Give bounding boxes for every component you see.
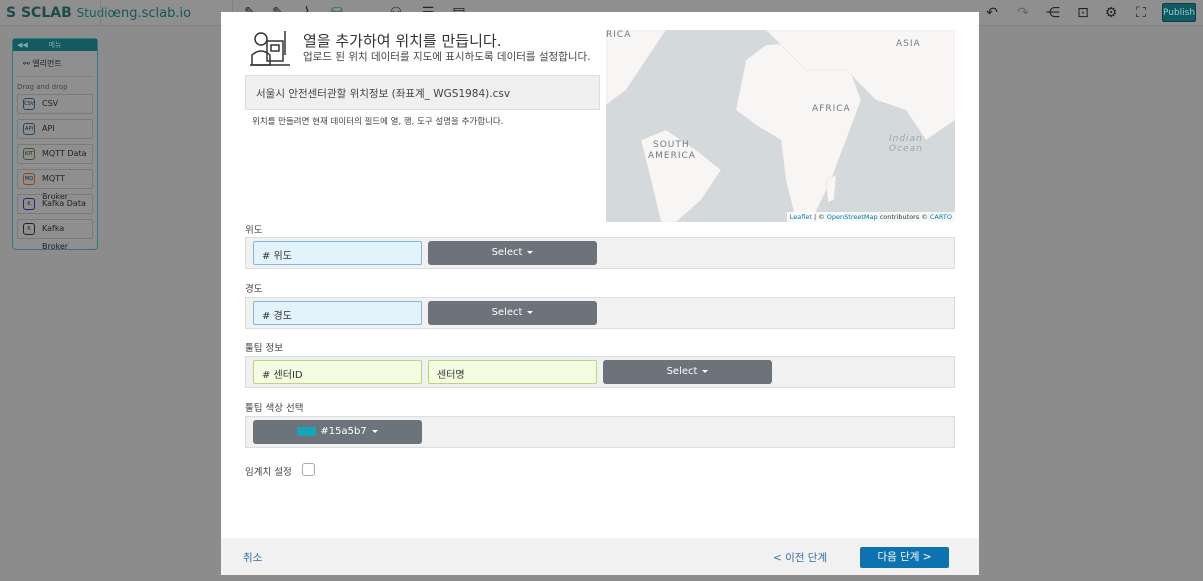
- map-preview[interactable]: RICA ASIA AFRICA SOUTH AMERICA Indian Oc…: [606, 30, 955, 222]
- previous-step-button[interactable]: < 이전 단계: [773, 550, 827, 565]
- hint-text: 위치를 만들려면 현재 데이터의 필드에 열, 행, 도구 설명을 추가합니다.: [252, 117, 504, 127]
- map-label: AFRICA: [812, 104, 851, 114]
- iot-icon: IOT: [23, 148, 35, 160]
- kafka-icon: K: [23, 198, 35, 210]
- leaflet-link[interactable]: Leaflet: [790, 213, 812, 221]
- workspace-url[interactable]: eng.sclab.io: [113, 6, 191, 21]
- next-step-button[interactable]: 다음 단계 >: [860, 547, 949, 568]
- map-label: AMERICA: [648, 151, 696, 161]
- caret-down-icon: [702, 369, 709, 373]
- caret-down-icon: [371, 429, 378, 433]
- cancel-button[interactable]: 취소: [243, 550, 262, 565]
- undo-icon[interactable]: ↶: [982, 3, 1002, 23]
- latitude-row: # 위도 Select: [245, 237, 955, 269]
- caret-down-icon: [527, 250, 534, 254]
- unlock-icon[interactable]: ⊡: [1073, 3, 1093, 23]
- kafka-icon: K: [23, 223, 35, 235]
- divider: [100, 0, 101, 26]
- tooltip-field-center-name[interactable]: 센터명: [428, 360, 597, 384]
- map-label: SOUTH: [653, 140, 690, 150]
- color-swatch: [297, 426, 317, 436]
- sidebar-item-mqtt-broker[interactable]: MQ MQTT Broker: [17, 169, 93, 201]
- fullscreen-icon[interactable]: ⛶: [1131, 3, 1151, 23]
- file-name-box: 서울시 안전센터관할 위치정보 (좌표계_ WGS1984).csv: [245, 75, 600, 110]
- sidebar-item-mqtt-data[interactable]: IOT MQTT Data: [17, 144, 93, 164]
- dialog-subtitle: 업로드 된 위치 데이터를 지도에 표시하도록 데이터를 설정합니다.: [303, 51, 591, 63]
- longitude-select[interactable]: Select: [428, 301, 597, 325]
- sidebar-item-csv[interactable]: CSV CSV: [17, 94, 93, 114]
- sidebar-item-api[interactable]: API API: [17, 119, 93, 139]
- tooltip-color-row: #15a5b7: [245, 416, 955, 448]
- latitude-field[interactable]: # 위도: [253, 241, 422, 265]
- tooltip-field-center-id[interactable]: # 센터ID: [253, 360, 422, 384]
- share-icon[interactable]: ⋲: [1043, 3, 1063, 23]
- threshold-label: 임계치 설정: [245, 467, 292, 478]
- latitude-label: 위도: [245, 225, 263, 236]
- map-land: [606, 30, 955, 222]
- sidebar-item-element[interactable]: ⚯ 엘리먼트: [17, 51, 93, 77]
- dialog-title: 열을 추가하여 위치를 만듭니다.: [303, 32, 502, 50]
- element-icon: ⚯: [23, 59, 33, 68]
- logo: S SCLAB Studio: [6, 5, 115, 21]
- latitude-select[interactable]: Select: [428, 241, 597, 265]
- threshold-checkbox[interactable]: [302, 463, 315, 476]
- worker-illustration-icon: [250, 31, 290, 66]
- collapse-icon[interactable]: ◀◀: [17, 39, 28, 51]
- osm-link[interactable]: OpenStreetMap: [827, 213, 878, 221]
- tooltip-label: 툴팁 정보: [245, 343, 283, 354]
- map-attribution: Leaflet | © OpenStreetMap contributors ©…: [786, 212, 955, 222]
- caret-down-icon: [527, 310, 534, 314]
- longitude-label: 경도: [245, 284, 263, 295]
- logo-icon: S: [6, 5, 21, 21]
- map-label: Ocean: [889, 144, 923, 154]
- map-label: RICA: [606, 30, 632, 40]
- drag-drop-label: Drag and drop: [17, 83, 68, 91]
- map-label: Indian: [889, 134, 923, 144]
- longitude-field[interactable]: # 경도: [253, 301, 422, 325]
- csv-icon: CSV: [23, 98, 35, 110]
- location-setup-dialog: 열을 추가하여 위치를 만듭니다. 업로드 된 위치 데이터를 지도에 표시하도…: [221, 12, 979, 575]
- tooltip-color-label: 툴팁 색상 선택: [245, 403, 304, 414]
- sidebar-panel: ◀◀ 메뉴 ⚯ 엘리먼트 Drag and drop CSV CSV API API …: [12, 38, 98, 251]
- tooltip-select[interactable]: Select: [603, 360, 772, 384]
- mqtt-broker-icon: MQ: [23, 173, 35, 185]
- sidebar-item-kafka-data[interactable]: K Kafka Data: [17, 194, 93, 214]
- longitude-row: # 경도 Select: [245, 297, 955, 329]
- map-label: ASIA: [896, 39, 921, 49]
- sidebar-header: ◀◀ 메뉴: [13, 39, 97, 51]
- sidebar-item-kafka-broker[interactable]: K Kafka Broker: [17, 219, 93, 251]
- publish-button[interactable]: Publish: [1162, 3, 1196, 22]
- redo-icon[interactable]: ↷: [1013, 3, 1033, 23]
- color-picker-button[interactable]: #15a5b7: [253, 420, 422, 444]
- api-icon: API: [23, 123, 35, 135]
- dialog-footer: 취소 < 이전 단계 다음 단계 >: [221, 538, 979, 575]
- settings-icon[interactable]: ⚙: [1101, 3, 1121, 23]
- carto-link[interactable]: CARTO: [930, 213, 952, 221]
- tooltip-row: # 센터ID 센터명 Select: [245, 356, 955, 388]
